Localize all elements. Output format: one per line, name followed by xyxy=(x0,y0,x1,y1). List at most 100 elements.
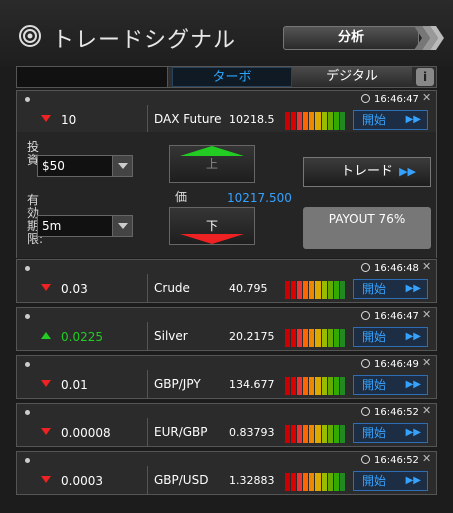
invest-value: $50 xyxy=(42,159,65,173)
signal-strength-segment xyxy=(321,425,327,443)
signal-strength-segment xyxy=(285,473,291,491)
clock-icon xyxy=(361,455,370,464)
signal-strength-segment xyxy=(303,425,309,443)
signal-strength-segment xyxy=(315,473,321,491)
asset-price: 20.2175 xyxy=(229,330,275,343)
signal-strength-segment xyxy=(327,425,333,443)
page-title: トレードシグナル xyxy=(52,28,237,53)
tab-digital[interactable]: デジタル xyxy=(292,67,412,87)
close-icon[interactable]: ✕ xyxy=(422,356,431,369)
signal-value: 0.0003 xyxy=(61,474,103,488)
signal-value: 0.03 xyxy=(61,282,88,296)
signal-strength-segment xyxy=(285,112,291,130)
start-button[interactable]: 開始 ▶▶ xyxy=(353,327,428,347)
signal-strength-segment xyxy=(303,281,309,299)
signal-time-value: 16:46:52 xyxy=(374,455,419,466)
tab-turbo[interactable]: ターボ xyxy=(172,67,292,87)
asset-price: 1.32883 xyxy=(229,474,275,487)
signal-strength-segment xyxy=(291,112,297,130)
asset-name: DAX Future xyxy=(147,105,222,133)
trade-button[interactable]: トレード ▶▶ xyxy=(303,157,431,187)
chevron-right-icon[interactable] xyxy=(414,26,446,50)
fast-forward-icon: ▶▶ xyxy=(405,379,421,390)
signal-strength-segment xyxy=(309,473,315,491)
signal-row: 16:46:47 ✕ 0.0225 Silver 20.2175 開始 ▶▶ xyxy=(16,307,437,351)
signal-time: 16:46:52 xyxy=(361,455,419,466)
filter-select[interactable] xyxy=(17,67,171,87)
signal-strength-segment xyxy=(309,377,315,395)
signal-time-value: 16:46:52 xyxy=(374,407,419,418)
signal-strength-segment xyxy=(315,281,321,299)
signal-strength-segment xyxy=(297,329,303,347)
signal-value: 10 xyxy=(61,113,77,127)
signal-strength-segment xyxy=(339,377,345,395)
info-icon[interactable]: i xyxy=(416,68,434,86)
signal-time-value: 16:46:49 xyxy=(374,359,419,370)
close-icon[interactable]: ✕ xyxy=(422,260,431,273)
down-arrow-icon xyxy=(180,234,244,244)
asset-price: 40.795 xyxy=(229,282,268,295)
start-button[interactable]: 開始 ▶▶ xyxy=(353,279,428,299)
signal-strength-segment xyxy=(333,281,339,299)
signal-strength-segment xyxy=(297,112,303,130)
signal-strength-segment xyxy=(333,377,339,395)
down-triangle-icon xyxy=(41,476,51,483)
signal-strength-segment xyxy=(333,112,339,130)
signal-strength-segment xyxy=(315,425,321,443)
expiry-select[interactable]: 5m xyxy=(37,215,133,237)
signal-strength-segment xyxy=(327,329,333,347)
signal-strength-segment xyxy=(315,329,321,347)
signal-strength-segment xyxy=(321,377,327,395)
signal-strength-segment xyxy=(297,377,303,395)
signal-strength-segment xyxy=(333,473,339,491)
start-button[interactable]: 開始 ▶▶ xyxy=(353,423,428,443)
signal-time: 16:46:48 xyxy=(361,263,419,274)
signal-strength-segment xyxy=(303,473,309,491)
signal-strength-segment xyxy=(297,425,303,443)
signal-strength-segment xyxy=(291,425,297,443)
asset-name: GBP/USD xyxy=(147,466,208,494)
start-label: 開始 xyxy=(362,426,387,440)
expiry-value: 5m xyxy=(42,219,62,233)
invest-select[interactable]: $50 xyxy=(37,155,133,177)
signal-strength-bar xyxy=(285,112,345,130)
close-icon[interactable]: ✕ xyxy=(422,452,431,465)
down-button[interactable]: 下 xyxy=(169,207,255,245)
signal-value: 0.01 xyxy=(61,378,88,392)
close-icon[interactable]: ✕ xyxy=(422,308,431,321)
up-button[interactable]: 上 xyxy=(169,145,255,183)
signal-strength-segment xyxy=(321,473,327,491)
fast-forward-icon: ▶▶ xyxy=(405,331,421,342)
signal-strength-segment xyxy=(309,281,315,299)
signal-strength-segment xyxy=(291,473,297,491)
start-button[interactable]: 開始 ▶▶ xyxy=(353,110,428,130)
signal-strength-segment xyxy=(339,281,345,299)
analysis-button[interactable]: 分析 xyxy=(283,26,419,50)
signal-strength-segment xyxy=(315,377,321,395)
signal-row: 16:46:47 ✕ 10 DAX Future 10218.5 開始 ▶▶ xyxy=(16,90,437,134)
start-button[interactable]: 開始 ▶▶ xyxy=(353,375,428,395)
close-icon[interactable]: ✕ xyxy=(422,91,431,104)
filter-bar: ターボ デジタル i xyxy=(16,66,437,88)
close-icon[interactable]: ✕ xyxy=(422,404,431,417)
asset-name: GBP/JPY xyxy=(147,370,201,398)
signal-strength-bar xyxy=(285,329,345,347)
up-arrow-icon xyxy=(180,146,244,156)
signal-strength-segment xyxy=(291,281,297,299)
signal-strength-segment xyxy=(303,329,309,347)
signal-time: 16:46:47 xyxy=(361,311,419,322)
bullet-icon xyxy=(25,362,30,367)
bullet-icon xyxy=(25,97,30,102)
signal-row: 16:46:52 ✕ 0.0003 GBP/USD 1.32883 開始 ▶▶ xyxy=(16,451,437,495)
asset-name: Crude xyxy=(147,274,190,302)
down-triangle-icon xyxy=(41,284,51,291)
chevron-down-icon xyxy=(112,156,132,176)
signal-strength-segment xyxy=(297,281,303,299)
price-value: 10217.500 xyxy=(227,191,292,205)
signal-strength-segment xyxy=(309,112,315,130)
signal-strength-segment xyxy=(339,425,345,443)
start-button[interactable]: 開始 ▶▶ xyxy=(353,471,428,491)
signal-strength-segment xyxy=(297,473,303,491)
clock-icon xyxy=(361,407,370,416)
signal-strength-bar xyxy=(285,377,345,395)
